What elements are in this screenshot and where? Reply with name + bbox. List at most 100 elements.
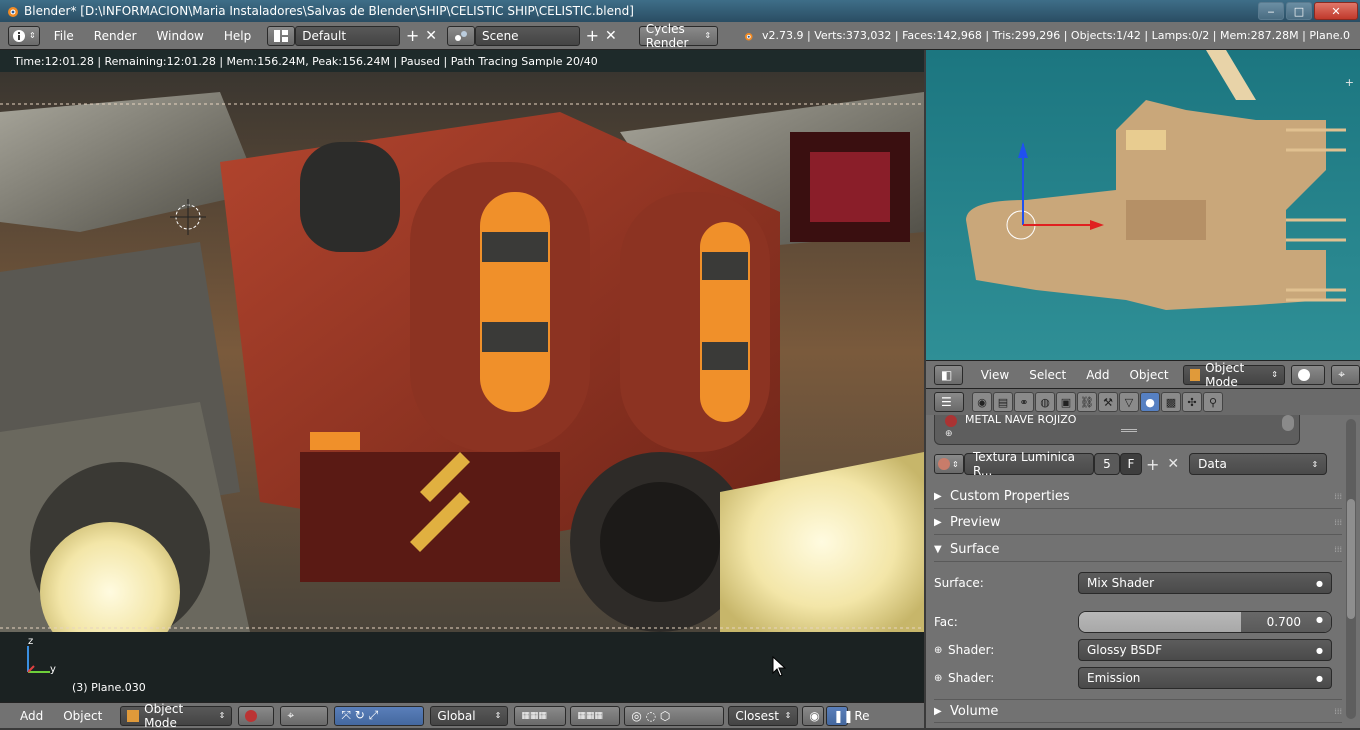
menu-window[interactable]: Window xyxy=(147,29,214,43)
expand-plus-icon[interactable]: ⊕ xyxy=(934,645,948,656)
layers-buttons-2[interactable]: ▦▦▦ xyxy=(570,705,621,726)
material-browse-button[interactable]: ⇕ xyxy=(934,454,964,474)
add-layout-icon[interactable]: + xyxy=(406,26,419,45)
tab-data[interactable]: ▽ xyxy=(1119,392,1139,412)
material-slot-name: METAL NAVE ROJIZO xyxy=(965,413,1077,426)
scene-name: Scene xyxy=(481,28,519,43)
tab-world[interactable]: ◍ xyxy=(1035,392,1055,412)
fac-slider[interactable]: 0.700 ● xyxy=(1078,611,1332,633)
resize-handle-icon[interactable] xyxy=(1121,429,1137,432)
editor-type-button[interactable]: ⇕ xyxy=(8,25,40,46)
material-link-dropdown[interactable]: Data ⇕ xyxy=(1189,453,1328,475)
transform-orientation-dropdown[interactable]: Global ⇕ xyxy=(430,705,509,726)
minimize-button[interactable]: ‒ xyxy=(1258,2,1284,20)
3d-pivot-dropdown[interactable]: ⌖ xyxy=(1331,364,1360,385)
shading-sphere-icon xyxy=(245,709,258,722)
wrench-icon: ⚒ xyxy=(1103,395,1113,409)
material-slot-list[interactable]: METAL NAVE ROJIZO ⊕ xyxy=(934,413,1300,445)
mesh-icon: ▽ xyxy=(1124,395,1134,409)
fac-label: Fac: xyxy=(934,615,958,629)
drag-grip-icon[interactable]: ⁞⁞⁞ xyxy=(1334,518,1342,527)
menu-object-3d[interactable]: Object xyxy=(1119,368,1178,382)
shader2-dropdown[interactable]: Emission ● xyxy=(1078,667,1332,689)
surface-label: Surface: xyxy=(934,576,984,590)
tab-modifiers[interactable]: ⚒ xyxy=(1098,392,1118,412)
3d-editor-type-button[interactable]: ◧ xyxy=(934,364,963,385)
panel-volume[interactable]: ▶ Volume ⁞⁞⁞ xyxy=(934,699,1342,723)
remove-scene-icon[interactable]: ✕ xyxy=(605,28,617,44)
menu-add[interactable]: Add xyxy=(10,709,53,723)
view-plus-icon[interactable]: + xyxy=(1345,76,1354,89)
slot-scroll-thumb[interactable] xyxy=(1282,415,1294,431)
menu-help[interactable]: Help xyxy=(214,29,261,43)
drag-grip-icon[interactable]: ⁞⁞⁞ xyxy=(1334,707,1342,716)
properties-scrollbar[interactable] xyxy=(1346,419,1356,719)
scene-icon xyxy=(454,30,467,41)
layers-buttons[interactable]: ▦▦▦ xyxy=(514,705,567,726)
scene-selector-button[interactable] xyxy=(446,25,475,46)
panel-surface[interactable]: ▼ Surface ⁞⁞⁞ xyxy=(934,538,1342,562)
blender-logo-icon xyxy=(745,32,753,40)
layout-selector-button[interactable] xyxy=(267,25,296,46)
pause-icon: ❚❚ xyxy=(833,708,854,723)
close-button[interactable]: ✕ xyxy=(1314,2,1358,20)
tab-constraints[interactable]: ⛓ xyxy=(1077,392,1097,412)
panel-preview[interactable]: ▶ Preview ⁞⁞⁞ xyxy=(934,511,1342,535)
tab-texture[interactable]: ▩ xyxy=(1161,392,1181,412)
properties-scrollbar-thumb[interactable] xyxy=(1347,499,1355,619)
drag-grip-icon[interactable]: ⁞⁞⁞ xyxy=(1334,492,1342,501)
menu-render[interactable]: Render xyxy=(84,29,147,43)
menu-object[interactable]: Object xyxy=(53,709,112,723)
render-engine-dropdown[interactable]: Cycles Render ⇕ xyxy=(638,22,719,50)
fake-user-toggle[interactable]: F xyxy=(1120,453,1142,475)
properties-editor: ☰ ◉ ▤ ⚭ ◍ ▣ ⛓ ⚒ ▽ ● ▩ ✣ ⚲ METAL NAVE ROJ… xyxy=(926,388,1360,728)
pause-render-button[interactable]: ❚❚ xyxy=(826,705,853,726)
3d-shading-dropdown[interactable] xyxy=(1291,364,1326,385)
3d-mode-dropdown[interactable]: Object Mode ⇕ xyxy=(1182,361,1285,389)
manipulator-widgets[interactable]: ⤧ ↻ ⤢ xyxy=(334,705,425,726)
drag-grip-icon[interactable]: ⁞⁞⁞ xyxy=(1334,545,1342,554)
add-scene-icon[interactable]: + xyxy=(586,26,599,45)
tab-object[interactable]: ▣ xyxy=(1056,392,1076,412)
snap-element-value: Closest xyxy=(735,708,779,723)
surface-shader-dropdown[interactable]: Mix Shader ● xyxy=(1078,572,1332,594)
tab-particles[interactable]: ✣ xyxy=(1182,392,1202,412)
users-count[interactable]: 5 xyxy=(1094,453,1120,475)
maximize-button[interactable]: □ xyxy=(1286,2,1312,20)
menu-file[interactable]: File xyxy=(44,29,84,43)
tab-material[interactable]: ● xyxy=(1140,392,1160,412)
fac-slider-fill xyxy=(1079,612,1256,632)
scene-name-field[interactable]: Scene xyxy=(474,25,580,46)
remove-layout-icon[interactable]: ✕ xyxy=(425,28,437,44)
shader1-row: ⊕ Shader: Glossy BSDF ● xyxy=(934,638,1342,662)
fac-value: 0.700 xyxy=(1266,615,1301,629)
3d-viewport[interactable]: + xyxy=(926,50,1360,360)
menu-view[interactable]: View xyxy=(971,368,1019,382)
render-viewport[interactable]: Time:12:01.28 | Remaining:12:01.28 | Mem… xyxy=(0,50,924,702)
expand-plus-icon[interactable]: ⊕ xyxy=(934,673,948,684)
tab-render-layers[interactable]: ▤ xyxy=(993,392,1013,412)
menu-add-3d[interactable]: Add xyxy=(1076,368,1119,382)
material-name-field[interactable]: Textura Luminica R... xyxy=(964,450,1094,478)
proportional-edit-buttons[interactable]: ◎ ◌ ⬡ xyxy=(624,705,725,726)
tab-render[interactable]: ◉ xyxy=(972,392,992,412)
layout-name-field[interactable]: Default xyxy=(295,25,400,46)
tab-physics[interactable]: ⚲ xyxy=(1203,392,1223,412)
tab-scene[interactable]: ⚭ xyxy=(1014,392,1034,412)
add-material-icon[interactable]: + xyxy=(1146,455,1159,474)
cube-icon xyxy=(1189,368,1201,381)
pivot-point-dropdown[interactable]: ⌖ xyxy=(280,705,329,726)
info-header: ⇕ File Render Window Help Default + ✕ Sc… xyxy=(0,22,1360,50)
properties-editor-type-button[interactable]: ☰ xyxy=(934,392,964,412)
interaction-mode-dropdown[interactable]: Object Mode ⇕ xyxy=(120,702,233,730)
viewport-shading-dropdown[interactable] xyxy=(238,705,275,726)
render-button[interactable]: ◉ xyxy=(802,705,825,726)
shader1-dropdown[interactable]: Glossy BSDF ● xyxy=(1078,639,1332,661)
snap-element-dropdown[interactable]: Closest ⇕ xyxy=(728,705,799,726)
layout-name: Default xyxy=(302,28,347,43)
menu-select[interactable]: Select xyxy=(1019,368,1076,382)
panel-custom-properties[interactable]: ▶ Custom Properties ⁞⁞⁞ xyxy=(934,485,1342,509)
camera-icon: ◉ xyxy=(977,395,987,409)
unlink-material-icon[interactable]: ✕ xyxy=(1167,456,1179,472)
add-slot-icon[interactable]: ⊕ xyxy=(945,429,953,439)
